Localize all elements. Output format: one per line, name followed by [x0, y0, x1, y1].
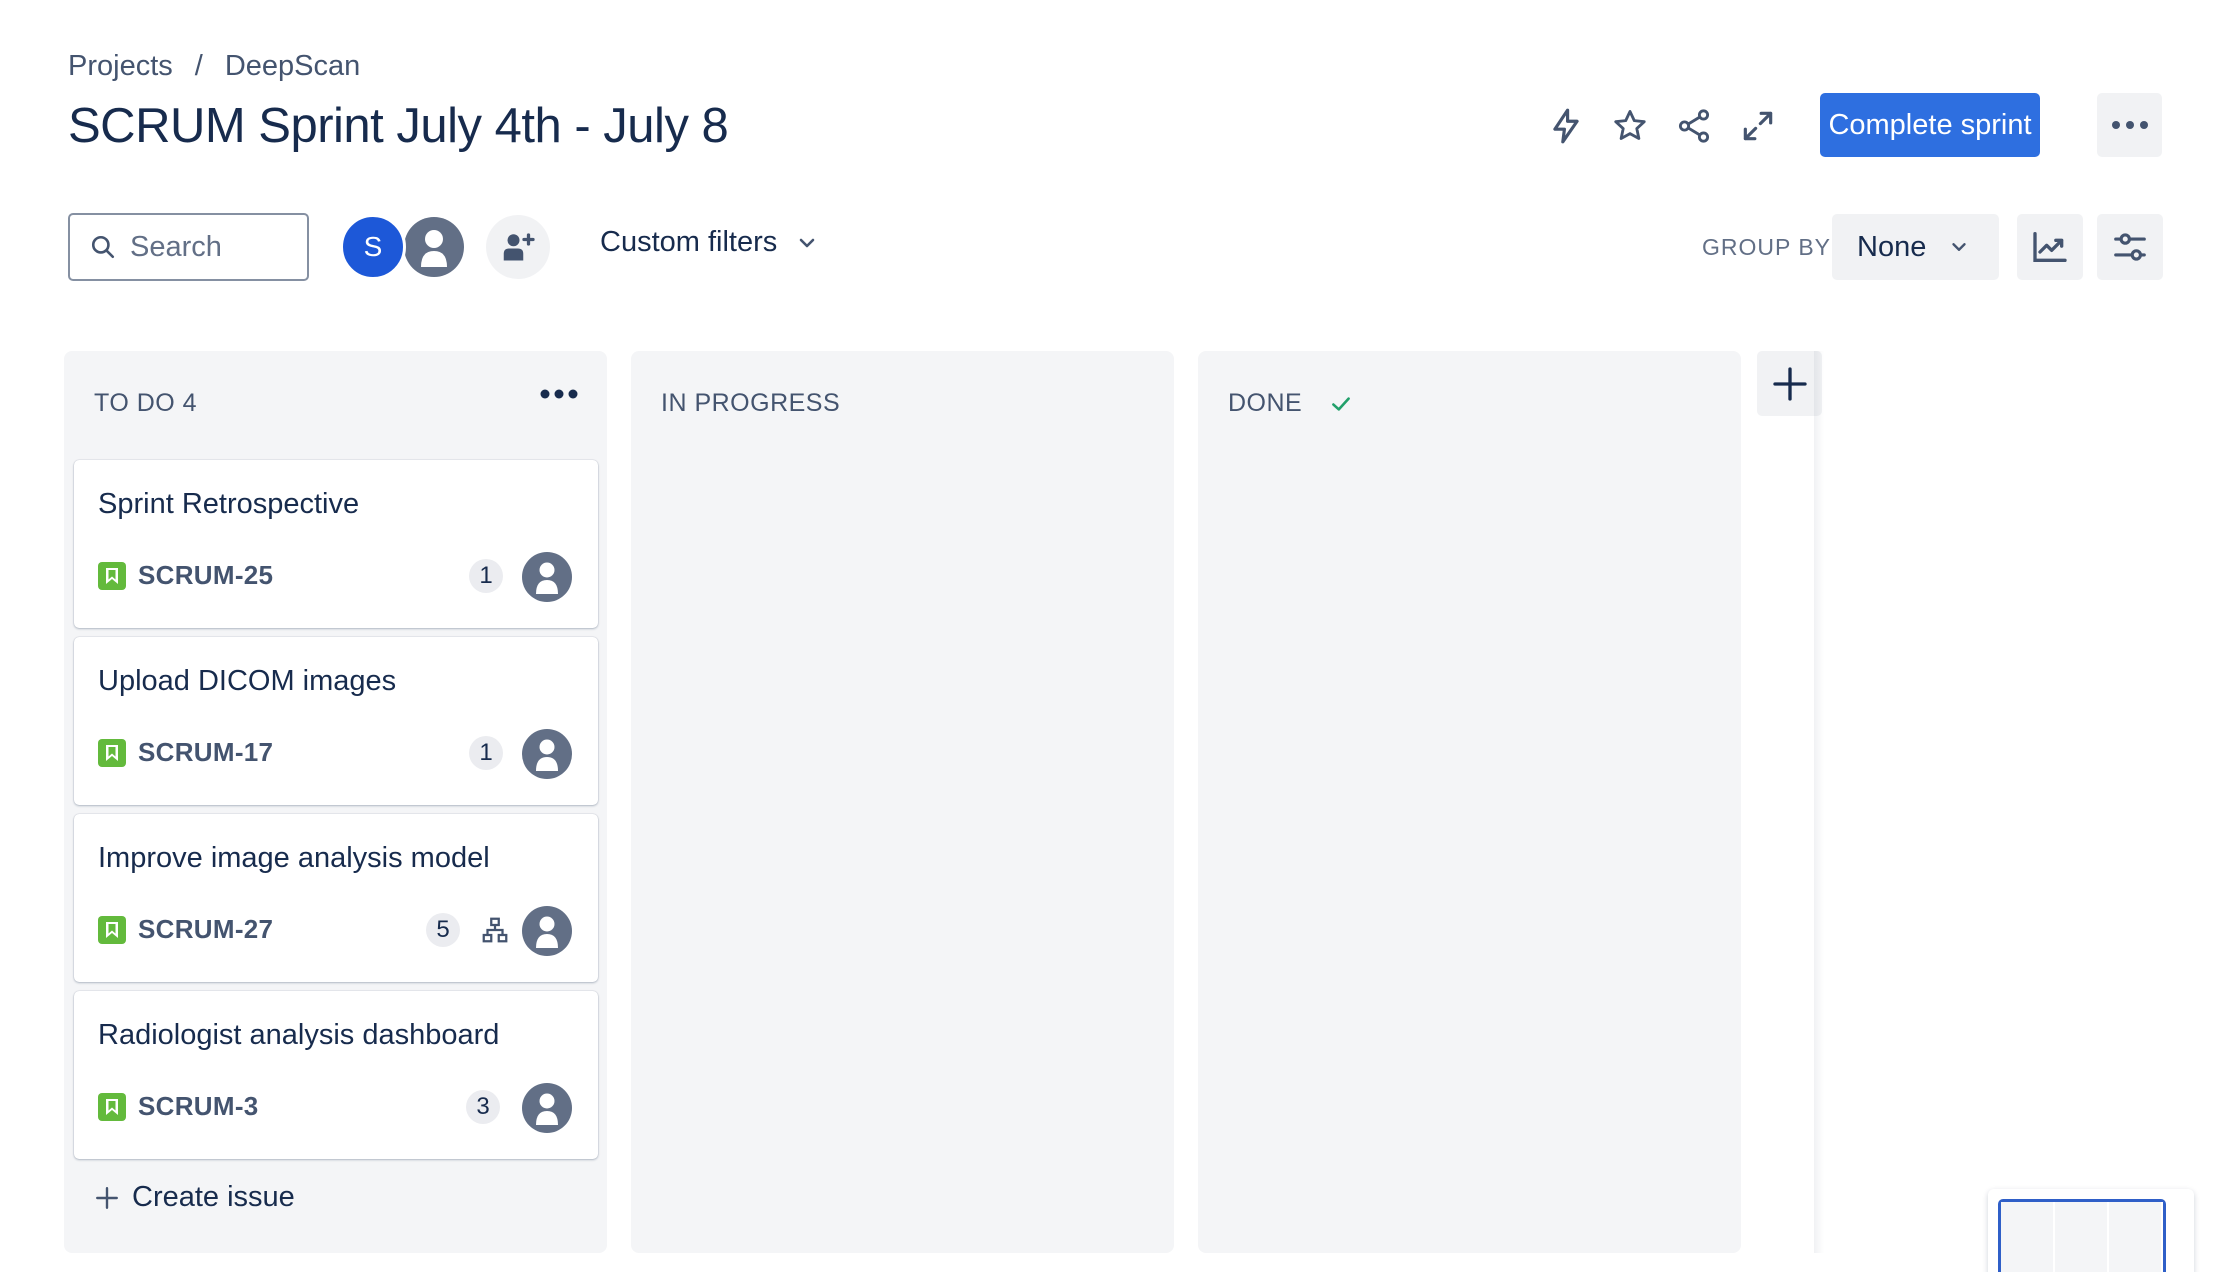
chart-trend-icon [2033, 232, 2067, 262]
assignee-avatar[interactable] [522, 1083, 572, 1133]
minimap-column [2055, 1202, 2109, 1272]
share-button[interactable] [1670, 102, 1718, 150]
custom-filters-label: Custom filters [600, 226, 778, 258]
create-issue-button[interactable]: Create issue [94, 1181, 295, 1214]
story-icon [98, 1092, 126, 1121]
story-icon [98, 738, 126, 767]
custom-filters-dropdown[interactable]: Custom filters [600, 226, 819, 259]
assignee-avatar[interactable] [522, 552, 572, 602]
card-title: Improve image analysis model [98, 842, 490, 874]
card-footer: SCRUM-25 [98, 560, 273, 591]
insights-button[interactable] [2017, 214, 2083, 280]
breadcrumb: Projects / DeepScan [68, 50, 360, 83]
assignee-avatar[interactable] [522, 729, 572, 779]
settings-sliders-icon [2114, 233, 2146, 261]
breadcrumb-deepscan[interactable]: DeepScan [225, 50, 360, 83]
avatar-initial: S [363, 231, 383, 262]
avatar-user-s[interactable]: S [340, 214, 406, 280]
breadcrumb-projects[interactable]: Projects [68, 50, 173, 83]
column-header: IN PROGRESS [661, 389, 840, 418]
column-title: IN PROGRESS [661, 389, 841, 417]
card-footer: SCRUM-17 [98, 737, 273, 768]
issue-card[interactable]: Improve image analysis model SCRUM-27 5 [74, 814, 598, 982]
story-points-badge[interactable]: 1 [469, 736, 503, 770]
expand-icon [1743, 111, 1773, 141]
more-horizontal-icon [2111, 121, 2148, 129]
search-icon [91, 235, 115, 259]
column-in-progress: IN PROGRESS [631, 351, 1174, 1253]
create-issue-label: Create issue [132, 1181, 295, 1213]
column-more-button[interactable] [539, 387, 579, 405]
scroll-shadow [1814, 351, 1824, 1253]
story-points-badge[interactable]: 1 [469, 559, 503, 593]
plus-icon [96, 1186, 118, 1209]
story-points-badge[interactable]: 3 [466, 1090, 500, 1124]
issue-card[interactable]: Upload DICOM images SCRUM-17 1 [74, 637, 598, 805]
assignee-avatar[interactable] [522, 906, 572, 956]
star-button[interactable] [1606, 102, 1654, 150]
star-icon [1614, 110, 1646, 140]
chevron-down-icon [1952, 243, 1967, 251]
avatar-unassigned[interactable] [401, 214, 467, 280]
more-horizontal-icon [540, 389, 578, 399]
lightning-icon [1553, 108, 1579, 144]
issue-card[interactable]: Radiologist analysis dashboard SCRUM-3 3 [74, 991, 598, 1159]
share-icon [1678, 109, 1710, 143]
issue-key[interactable]: SCRUM-3 [138, 1091, 259, 1122]
user-icon [522, 729, 572, 779]
issue-key[interactable]: SCRUM-17 [138, 737, 273, 768]
minimap-column [2001, 1202, 2055, 1272]
issue-card[interactable]: Sprint Retrospective SCRUM-25 1 [74, 460, 598, 628]
minimap-column [2109, 1202, 2163, 1272]
add-user-icon [503, 233, 535, 261]
group-by-value: None [1857, 230, 1927, 263]
more-actions-button[interactable] [2097, 93, 2162, 157]
card-footer: SCRUM-3 [98, 1091, 259, 1122]
column-header: DONE [1228, 389, 1354, 418]
story-points-badge[interactable]: 5 [426, 913, 460, 947]
search-input[interactable]: Search [68, 213, 309, 281]
automation-button[interactable] [1542, 102, 1590, 150]
breadcrumb-separator: / [194, 50, 203, 82]
group-by-select[interactable]: None [1832, 214, 1999, 280]
view-settings-button[interactable] [2097, 214, 2163, 280]
card-title: Radiologist analysis dashboard [98, 1019, 500, 1051]
fullscreen-button[interactable] [1734, 102, 1782, 150]
check-icon [1332, 396, 1351, 411]
column-title: TO DO 4 [94, 389, 198, 417]
story-icon [98, 561, 126, 590]
column-title: DONE [1228, 389, 1303, 417]
issue-key[interactable]: SCRUM-27 [138, 914, 273, 945]
search-placeholder: Search [130, 230, 222, 263]
story-icon [98, 915, 126, 944]
child-issues-icon[interactable] [480, 915, 510, 945]
page-title: SCRUM Sprint July 4th - July 8 [68, 99, 729, 153]
user-icon [522, 906, 572, 956]
add-column-button[interactable] [1757, 351, 1822, 416]
board-minimap[interactable] [1988, 1189, 2194, 1272]
user-icon [522, 552, 572, 602]
plus-icon [1772, 366, 1807, 401]
chevron-down-icon [799, 238, 815, 247]
column-header: TO DO 4 [94, 389, 197, 418]
minimap-viewport[interactable] [1998, 1199, 2166, 1272]
complete-sprint-button[interactable]: Complete sprint [1820, 93, 2040, 157]
user-icon [404, 217, 464, 277]
card-title: Upload DICOM images [98, 665, 397, 697]
card-footer: SCRUM-27 [98, 914, 273, 945]
column-done: DONE [1198, 351, 1741, 1253]
group-by-label: GROUP BY [1702, 234, 1831, 260]
issue-key[interactable]: SCRUM-25 [138, 560, 273, 591]
column-todo: TO DO 4 Sprint Retrospective SCRUM-25 1 … [64, 351, 607, 1253]
add-people-button[interactable] [486, 215, 550, 279]
user-icon [522, 1083, 572, 1133]
card-title: Sprint Retrospective [98, 488, 360, 520]
